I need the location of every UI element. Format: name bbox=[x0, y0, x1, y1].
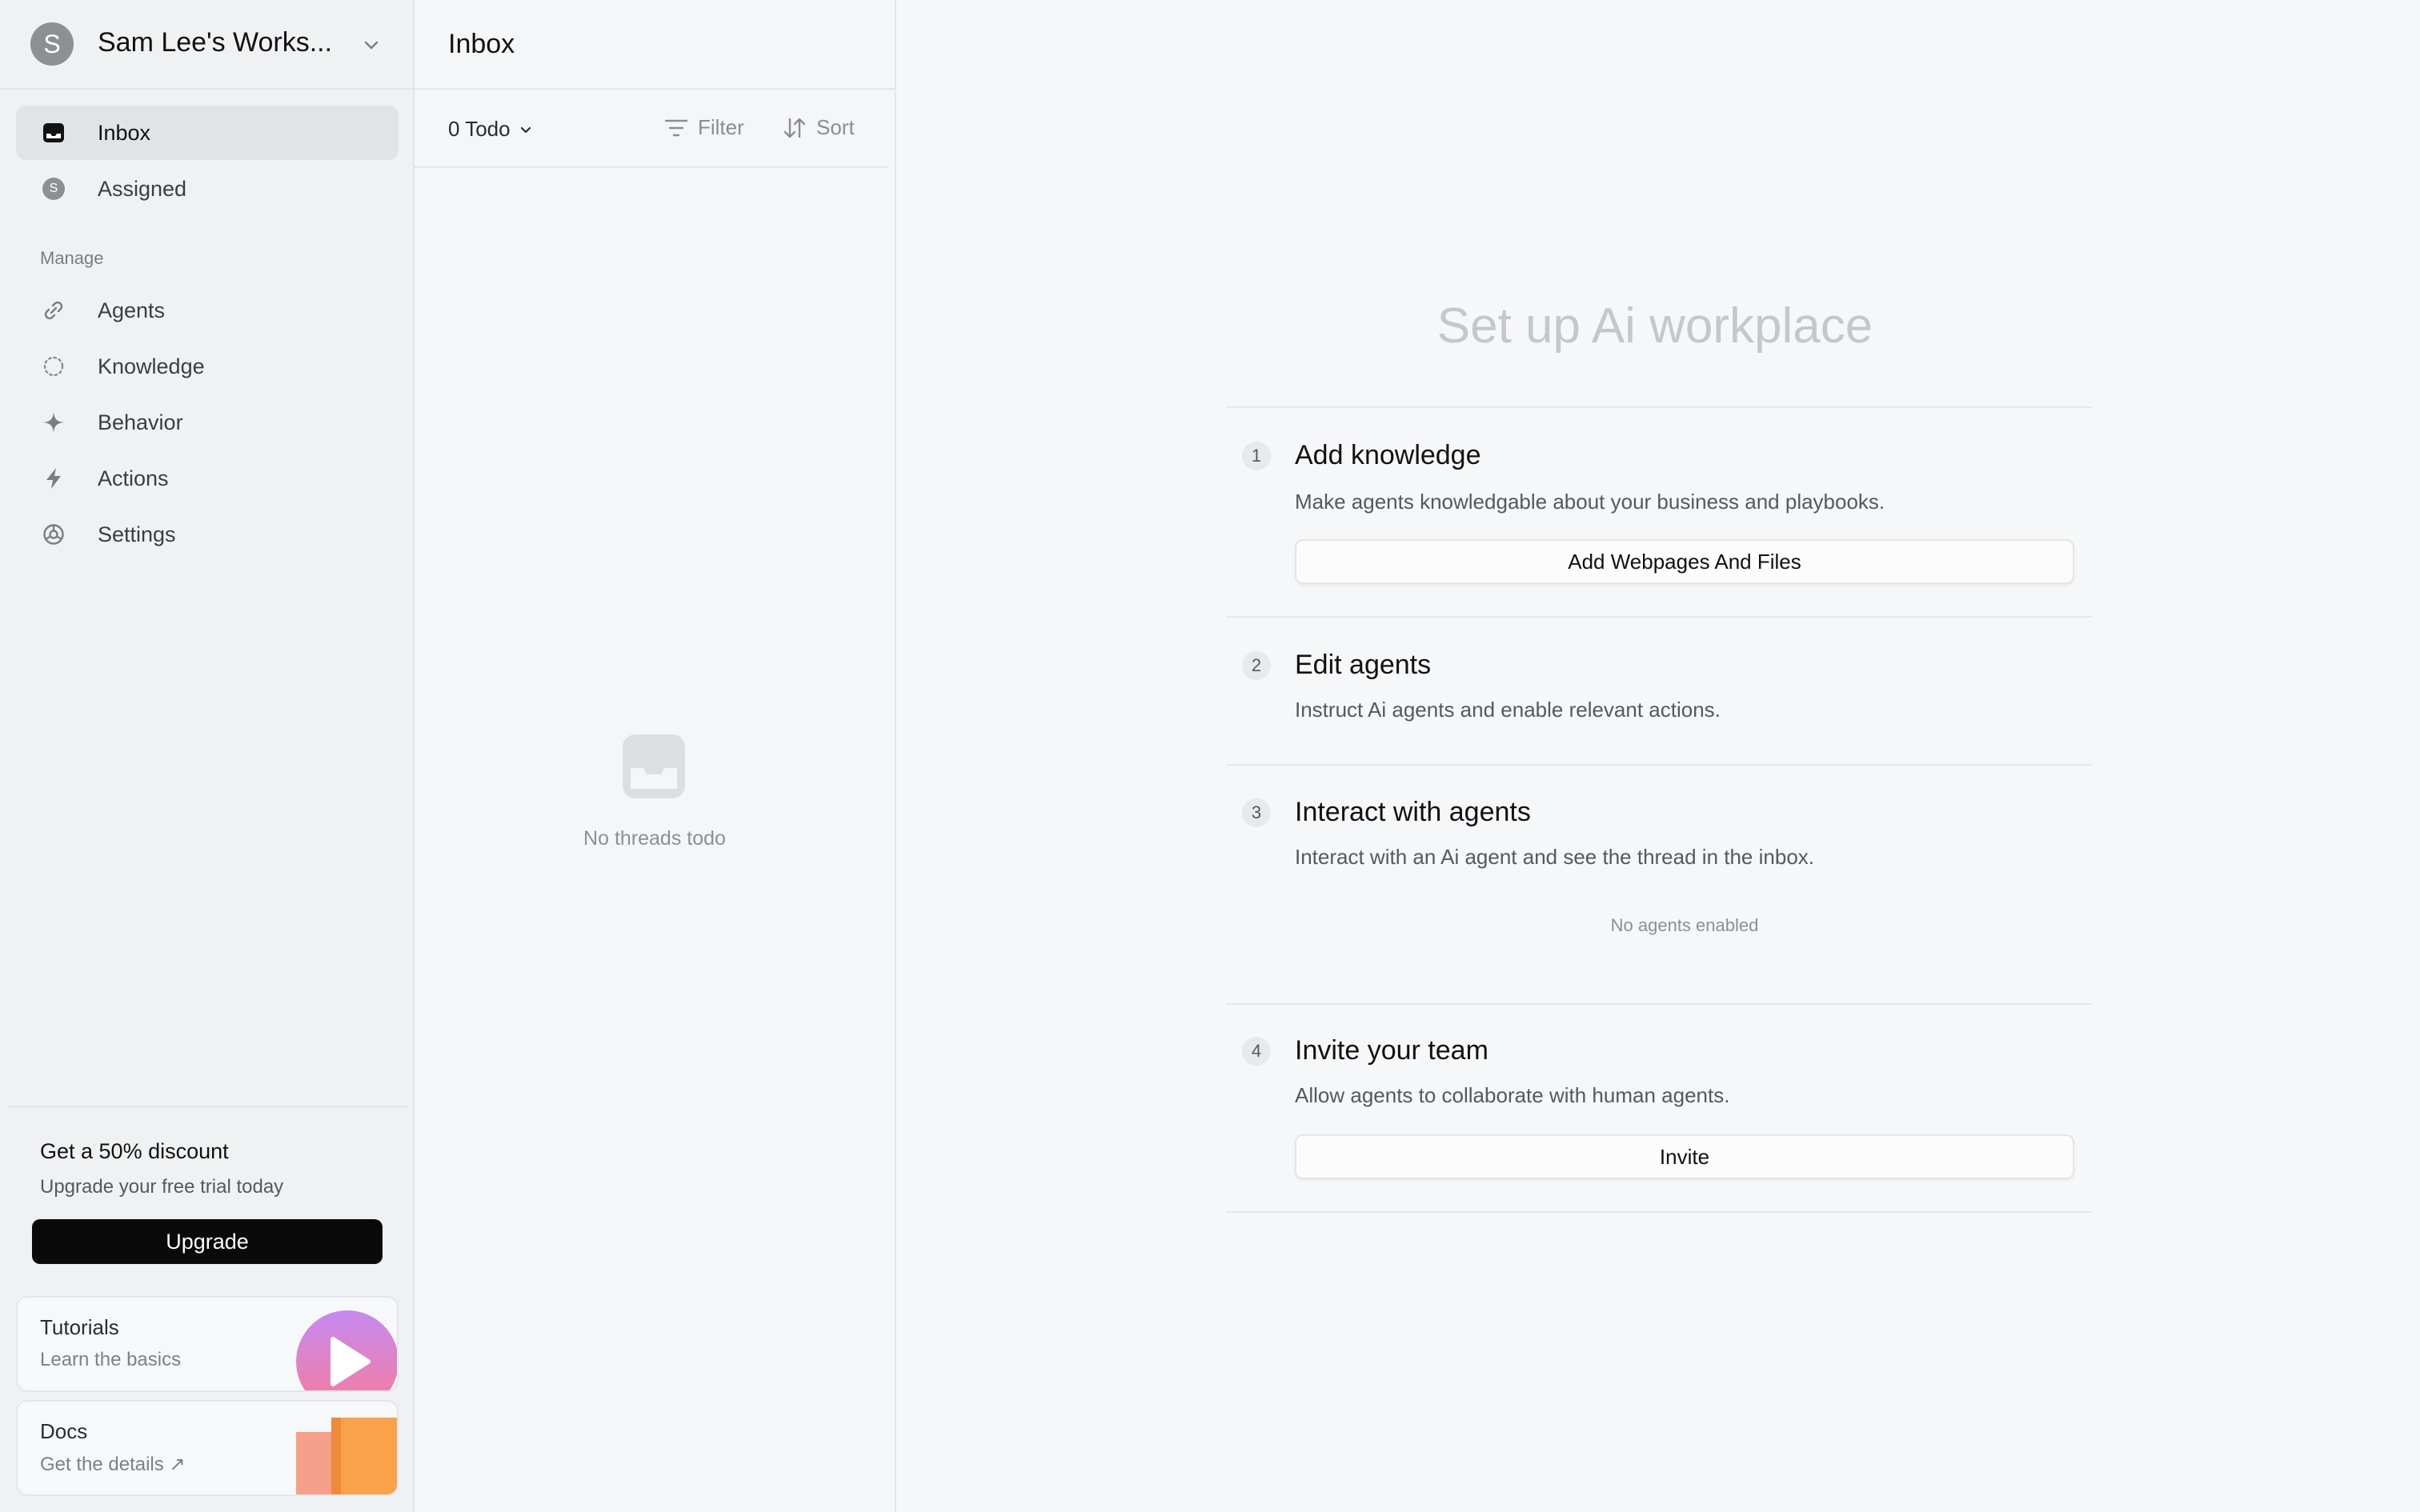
sort-arrows-icon bbox=[783, 118, 806, 138]
inbox-header: Inbox bbox=[415, 0, 895, 90]
gear-icon bbox=[40, 521, 67, 548]
sidebar-item-knowledge[interactable]: Knowledge bbox=[16, 339, 399, 394]
sidebar-divider bbox=[8, 1106, 408, 1107]
divider bbox=[1226, 1211, 2092, 1213]
docs-card[interactable]: Docs Get the details ↗ bbox=[16, 1400, 399, 1496]
section-label-manage: Manage bbox=[40, 248, 104, 268]
divider bbox=[1226, 406, 2092, 408]
docs-title: Docs bbox=[40, 1419, 88, 1443]
tutorials-subtitle: Learn the basics bbox=[40, 1349, 182, 1370]
step-title: Interact with agents bbox=[1295, 797, 1531, 827]
step-number: 4 bbox=[1242, 1037, 1271, 1066]
sidebar-item-actions[interactable]: Actions bbox=[16, 451, 399, 506]
sort-label: Sort bbox=[816, 115, 855, 139]
play-video-icon bbox=[296, 1310, 397, 1390]
step-title: Add knowledge bbox=[1295, 440, 1481, 470]
link-icon bbox=[40, 297, 67, 324]
sidebar-item-label: Inbox bbox=[98, 120, 151, 145]
sidebar-item-label: Knowledge bbox=[98, 354, 205, 378]
divider bbox=[1226, 764, 2092, 766]
manual-book-icon bbox=[296, 1418, 397, 1494]
step-description: Interact with an Ai agent and see the th… bbox=[1295, 845, 1814, 869]
inbox-title: Inbox bbox=[448, 29, 515, 59]
tutorials-title: Tutorials bbox=[40, 1315, 119, 1339]
page-title: Set up Ai workplace bbox=[1436, 298, 1873, 354]
step-number: 2 bbox=[1242, 651, 1271, 680]
no-agents-note: No agents enabled bbox=[1610, 915, 1759, 935]
todo-status-label: 0 Todo bbox=[448, 117, 511, 141]
sort-button[interactable]: Sort bbox=[783, 115, 855, 140]
lightning-icon bbox=[40, 465, 67, 492]
filter-label: Filter bbox=[698, 115, 744, 139]
step-title: Edit agents bbox=[1295, 650, 1432, 680]
step-number: 1 bbox=[1242, 442, 1271, 470]
filter-button[interactable]: Filter bbox=[664, 115, 744, 140]
step-description: Allow agents to collaborate with human a… bbox=[1295, 1083, 1730, 1107]
step-title: Invite your team bbox=[1295, 1035, 1488, 1066]
sidebar-item-label: Assigned bbox=[98, 176, 187, 201]
sidebar-item-agents[interactable]: Agents bbox=[16, 283, 399, 338]
sparkle-icon bbox=[40, 409, 67, 436]
sidebar-item-label: Agents bbox=[98, 298, 166, 322]
inbox-panel: Inbox 0 Todo Filter Sort No threads todo bbox=[415, 0, 896, 1512]
promo-title: Get a 50% discount bbox=[40, 1139, 229, 1163]
sidebar-item-settings[interactable]: Settings bbox=[16, 507, 399, 562]
empty-inbox-icon bbox=[623, 734, 685, 798]
sidebar: S Sam Lee's Works... Inbox S Assigned Ma… bbox=[0, 0, 415, 1512]
docs-subtitle: Get the details ↗ bbox=[40, 1454, 186, 1475]
tutorials-card[interactable]: Tutorials Learn the basics bbox=[16, 1296, 399, 1392]
todo-status-dropdown[interactable]: 0 Todo bbox=[448, 117, 533, 142]
workspace-switcher[interactable]: S Sam Lee's Works... bbox=[0, 0, 413, 90]
chevron-down-icon bbox=[520, 126, 531, 133]
step-description: Make agents knowledgable about your busi… bbox=[1295, 490, 1885, 514]
add-webpages-files-button[interactable]: Add Webpages And Files bbox=[1295, 539, 2074, 584]
divider bbox=[1226, 616, 2092, 618]
step-description: Instruct Ai agents and enable relevant a… bbox=[1295, 698, 1721, 722]
inbox-toolbar: 0 Todo Filter Sort bbox=[415, 90, 888, 168]
workspace-avatar: S bbox=[30, 22, 74, 66]
chevron-down-icon bbox=[364, 41, 379, 50]
step-number: 3 bbox=[1242, 798, 1271, 827]
sidebar-item-label: Actions bbox=[98, 466, 169, 490]
dotted-circle-icon bbox=[40, 353, 67, 380]
sidebar-item-label: Behavior bbox=[98, 410, 183, 434]
sidebar-item-inbox[interactable]: Inbox bbox=[16, 106, 399, 160]
user-avatar-icon: S bbox=[40, 175, 67, 202]
main-panel: Set up Ai workplace 1 Add knowledge Make… bbox=[896, 0, 2420, 1512]
divider bbox=[1226, 1003, 2092, 1005]
sidebar-item-label: Settings bbox=[98, 522, 176, 546]
workspace-name: Sam Lee's Works... bbox=[98, 27, 333, 58]
sidebar-item-assigned[interactable]: S Assigned bbox=[16, 162, 399, 216]
inbox-icon bbox=[40, 119, 67, 146]
filter-icon bbox=[664, 119, 688, 136]
promo-subtitle: Upgrade your free trial today bbox=[40, 1176, 284, 1198]
sidebar-item-behavior[interactable]: Behavior bbox=[16, 395, 399, 450]
invite-button[interactable]: Invite bbox=[1295, 1134, 2074, 1179]
upgrade-button[interactable]: Upgrade bbox=[32, 1219, 383, 1264]
empty-state-text: No threads todo bbox=[583, 827, 726, 850]
